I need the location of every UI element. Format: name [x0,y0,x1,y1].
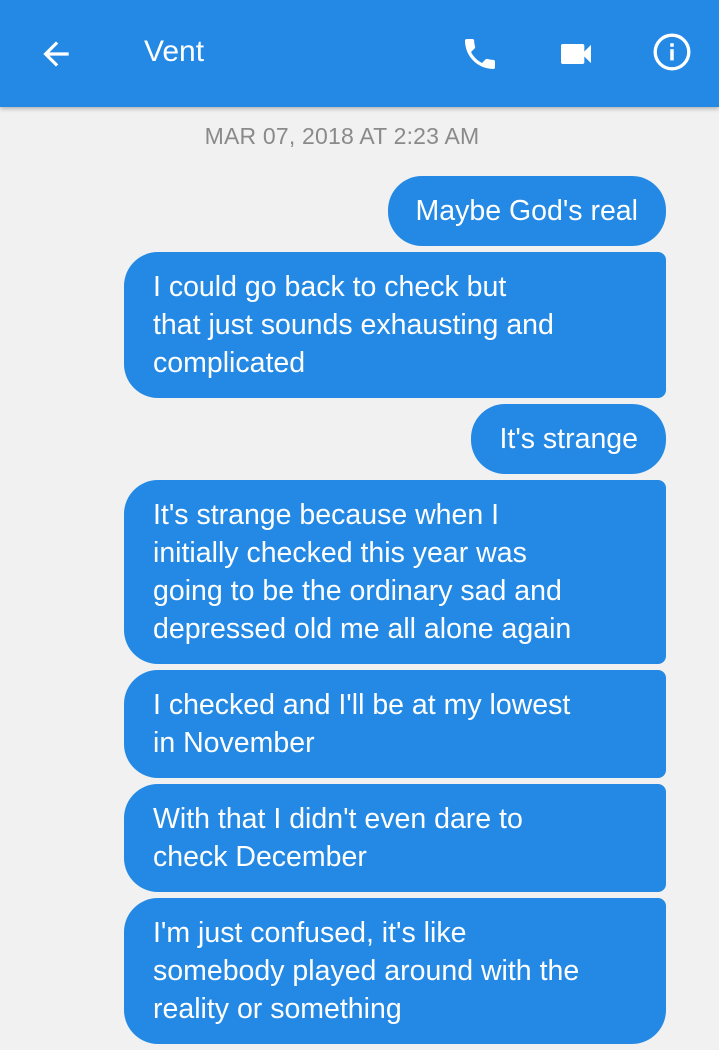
message-bubble[interactable]: I checked and I'll be at my lowest in No… [124,670,666,778]
message-text: I'm just confused, it's like somebody pl… [153,917,580,1025]
phone-icon [465,39,495,69]
message-bubble[interactable]: Maybe God's real [387,176,666,246]
message-bubble[interactable]: With that I didn't even dare to check De… [124,784,666,892]
app-bar: Vent [0,0,719,107]
message-text: I could go back to check but that just s… [153,271,554,379]
message-text: With that I didn't even dare to check De… [153,803,523,873]
call-button[interactable] [452,24,508,84]
arrow-left-icon [43,41,69,67]
video-call-button[interactable] [548,24,604,84]
message-bubble[interactable]: I could go back to check but that just s… [124,252,666,398]
message-timestamp: MAR 07, 2018 AT 2:23 AM [204,123,480,149]
message-bubble[interactable]: It's strange because when I initially ch… [124,480,666,664]
back-button[interactable] [26,24,86,84]
message-text: Maybe God's real [415,195,638,227]
video-camera-icon [561,44,591,64]
message-text: I checked and I'll be at my lowest in No… [153,689,571,759]
info-icon [653,33,691,71]
conversation-title: Vent [144,35,205,68]
message-text: It's strange because when I initially ch… [153,499,572,645]
message-bubble[interactable]: I'm just confused, it's like somebody pl… [124,898,666,1044]
message-bubble[interactable]: It's strange [471,404,666,474]
message-thread[interactable]: Maybe God's real I could go back to chec… [66,176,666,1050]
message-text: It's strange [499,423,638,455]
info-button[interactable] [642,22,702,82]
